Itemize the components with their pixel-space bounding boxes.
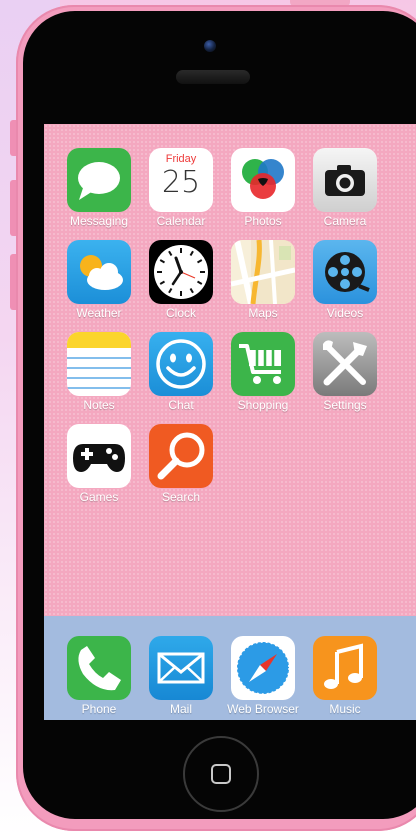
map-icon [231,240,295,304]
compass-icon [231,636,295,700]
volume-down-button [10,254,16,310]
app-label: Settings [323,398,367,412]
app-label: Maps [248,306,278,320]
gamepad-icon [67,424,131,488]
calendar-date: 25 [161,165,201,200]
weather-icon [67,240,131,304]
message-bubble-icon [67,148,131,212]
app-chat[interactable]: Chat [140,332,222,412]
app-label: Games [79,490,119,504]
calendar-day: Friday [165,153,197,165]
shopping-cart-icon [231,332,295,396]
app-label: Music [329,702,361,716]
app-label: Photos [244,214,282,228]
app-label: Phone [81,702,117,716]
app-label: Chat [168,398,194,412]
music-note-icon [313,636,377,700]
phone-handset-icon [67,636,131,700]
app-label: Messaging [69,214,129,228]
home-button[interactable] [183,736,259,812]
app-label: Weather [76,306,122,320]
app-settings[interactable]: Settings [304,332,386,412]
mute-switch [10,120,16,156]
app-label: Web Browser [227,702,299,716]
app-label: Clock [165,306,196,320]
app-notes[interactable]: Notes [58,332,140,412]
app-weather[interactable]: Weather [58,240,140,320]
dock-app-mail[interactable]: Mail [140,636,222,716]
app-games[interactable]: Games [58,424,140,504]
app-label: Videos [326,306,364,320]
app-camera[interactable]: Camera [304,148,386,228]
dock: Phone Mail Web Browser Music [44,616,416,720]
app-videos[interactable]: Videos [304,240,386,320]
app-maps[interactable]: Maps [222,240,304,320]
notes-icon [67,332,131,396]
home-square-icon [211,764,231,784]
volume-up-button [10,180,16,236]
app-label: Mail [169,702,192,716]
app-label: Notes [83,398,115,412]
app-clock[interactable]: Clock [140,240,222,320]
camera-icon [313,148,377,212]
film-reel-icon [313,240,377,304]
tools-icon [313,332,377,396]
envelope-icon [149,636,213,700]
home-screen: Messaging Friday 25 Calendar Photos Came… [44,124,416,720]
app-label: Shopping [237,398,289,412]
app-search[interactable]: Search [140,424,222,504]
photos-icon [231,148,295,212]
front-camera [204,40,216,52]
app-calendar[interactable]: Friday 25 Calendar [140,148,222,228]
app-messaging[interactable]: Messaging [58,148,140,228]
calendar-icon: Friday 25 [149,148,213,212]
app-label: Calendar [156,214,206,228]
clock-icon [149,240,213,304]
app-label: Search [161,490,201,504]
app-shopping[interactable]: Shopping [222,332,304,412]
earpiece-speaker [176,70,250,84]
dock-app-web-browser[interactable]: Web Browser [222,636,304,716]
dock-app-phone[interactable]: Phone [58,636,140,716]
app-label: Camera [323,214,367,228]
smiley-icon [149,332,213,396]
app-photos[interactable]: Photos [222,148,304,228]
dock-app-music[interactable]: Music [304,636,386,716]
magnifier-icon [149,424,213,488]
